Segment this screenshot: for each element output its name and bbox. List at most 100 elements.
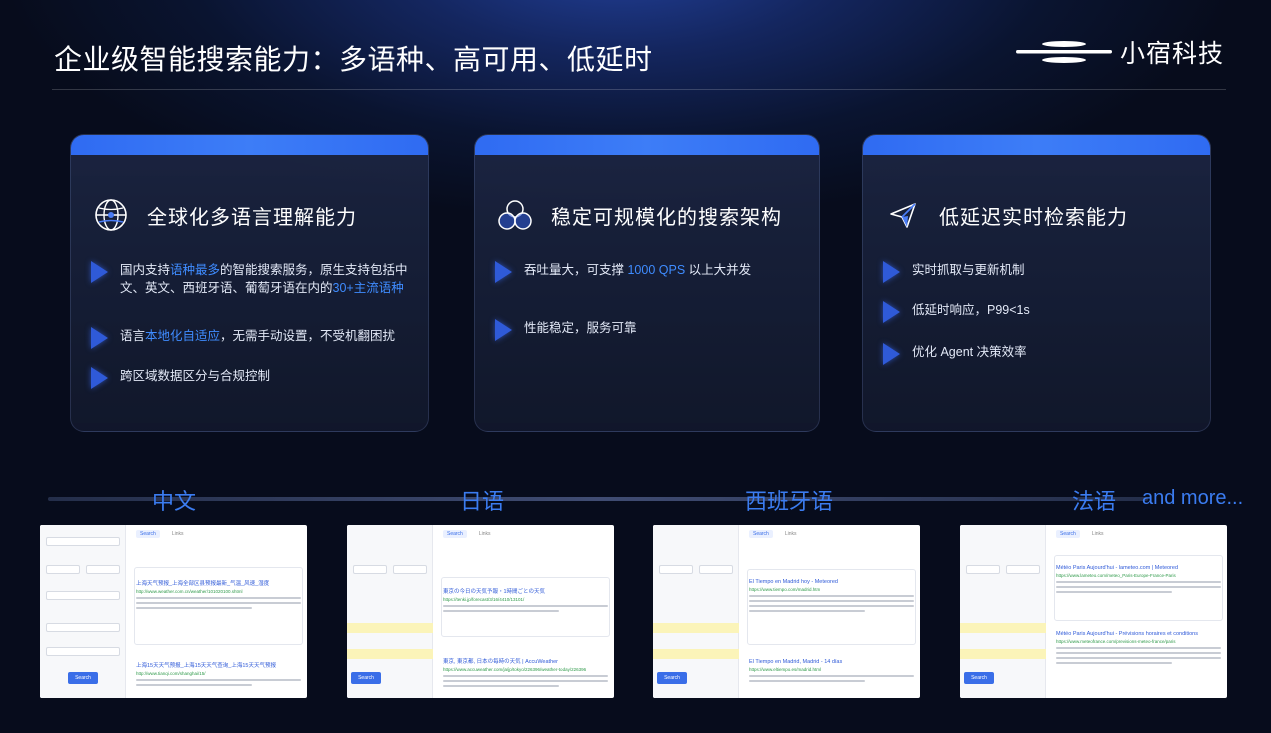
result-url: https://www.tiempo.com/madrid.htm <box>749 587 821 592</box>
search-results-panel: Search Links Météo Paris Aujourd'hui - l… <box>1050 525 1227 698</box>
language-label-japanese: 日语 <box>460 489 505 514</box>
tab-search[interactable]: Search <box>1056 530 1080 538</box>
tab-links[interactable]: Links <box>781 530 801 538</box>
result-title[interactable]: 上海天气预报_上海全部区县预报最新_气温_风速_湿度 <box>136 579 301 587</box>
card-accent-bar <box>71 135 428 155</box>
count-select[interactable] <box>46 565 80 574</box>
tab-links[interactable]: Links <box>168 530 188 538</box>
search-results-panel: Search Links El Tiempo en Madrid hoy - M… <box>743 525 920 698</box>
result-title[interactable]: El Tiempo en Madrid, Madrid - 14 días <box>749 659 914 665</box>
bullet-item: 吞吐量大，可支撑 1000 QPS 以上大并发 <box>495 261 819 283</box>
search-results-panel: Search Links 東京の今日の天気予報・1時間ごとの天気 https:/… <box>437 525 614 698</box>
feature-card-multilingual: 全球化多语言理解能力 国内支持语种最多的智能搜索服务，原生支持包括中文、英文、西… <box>70 134 429 432</box>
api-endpoint-input[interactable] <box>46 623 120 632</box>
tab-links[interactable]: Links <box>1088 530 1108 538</box>
search-settings-panel: Search <box>347 525 433 698</box>
feature-card-low-latency: 低延迟实时检索能力 实时抓取与更新机制 低延时响应，P99<1s 优化 Agen… <box>862 134 1211 432</box>
and-more-label: and more... <box>1142 487 1244 509</box>
highlight-row <box>347 649 433 659</box>
bullet-arrow-icon <box>883 261 900 283</box>
search-demo-screenshot-spanish: Search Search Links El Tiempo en Madrid … <box>653 525 920 698</box>
search-button[interactable]: Search <box>68 672 98 684</box>
count-select[interactable] <box>966 565 1000 574</box>
bullet-item: 跨区域数据区分与合规控制 <box>91 367 420 389</box>
search-result-item[interactable]: El Tiempo en Madrid, Madrid - 14 días ht… <box>749 659 914 682</box>
search-result-item[interactable]: 上海天气预报_上海全部区县预报最新_气温_风速_湿度 http://www.we… <box>136 579 301 609</box>
result-title[interactable]: 東京, 東京都, 日本の毎時の天気 | AccuWeather <box>443 657 608 665</box>
search-demo-screenshot-chinese: Search Search Links 上海天气预报_上海全部区县预报最新_气温… <box>40 525 307 698</box>
api-key-input[interactable] <box>46 647 120 656</box>
bullet-arrow-icon <box>883 343 900 365</box>
result-title[interactable]: Météo Paris Aujourd'hui - Prévisions hor… <box>1056 631 1221 637</box>
result-title[interactable]: 東京の今日の天気予報・1時間ごとの天気 <box>443 587 608 595</box>
bullet-arrow-icon <box>495 261 512 283</box>
tab-search[interactable]: Search <box>136 530 160 538</box>
highlight-row <box>653 649 739 659</box>
result-title[interactable]: El Tiempo en Madrid hoy - Meteored <box>749 579 914 585</box>
feature-card-architecture: 稳定可规模化的搜索架构 吞吐量大，可支撑 1000 QPS 以上大并发 性能稳定… <box>474 134 820 432</box>
tab-search[interactable]: Search <box>749 530 773 538</box>
bullet-arrow-icon <box>883 301 900 323</box>
freshness-select[interactable] <box>1006 565 1040 574</box>
architecture-circles-icon <box>497 197 533 233</box>
result-url: https://www.meteofrance.com/previsions-m… <box>1056 639 1176 644</box>
search-result-item[interactable]: 東京, 東京都, 日本の毎時の天気 | AccuWeather https://… <box>443 657 608 687</box>
search-result-item[interactable]: Météo Paris Aujourd'hui - lameteo.com | … <box>1056 565 1221 593</box>
tab-links[interactable]: Links <box>475 530 495 538</box>
count-select[interactable] <box>659 565 693 574</box>
company-logo: 小宿科技 <box>1016 34 1224 70</box>
bullet-arrow-icon <box>91 327 108 349</box>
search-results-panel: Search Links 上海天气预报_上海全部区县预报最新_气温_风速_湿度 … <box>130 525 307 698</box>
result-tabs: Search Links <box>443 530 495 538</box>
result-tabs: Search Links <box>136 530 188 538</box>
freshness-select[interactable] <box>393 565 427 574</box>
result-tabs: Search Links <box>749 530 801 538</box>
result-tabs: Search Links <box>1056 530 1108 538</box>
card-title: 低延迟实时检索能力 <box>939 206 1128 229</box>
logo-mark-icon <box>1016 41 1112 63</box>
header-divider <box>52 89 1226 90</box>
logo-text: 小宿科技 <box>1120 40 1225 68</box>
search-result-item[interactable]: 上海15天天气预报_上海15天天气查询_上海15天天气预报 http://www… <box>136 661 301 686</box>
result-url: http://www.weather.com.cn/weather/101020… <box>136 589 243 594</box>
bullet-item: 实时抓取与更新机制 <box>883 261 1210 283</box>
result-title[interactable]: 上海15天天气预报_上海15天天气查询_上海15天天气预报 <box>136 661 301 669</box>
language-label-french: 法语 <box>1072 489 1117 514</box>
count-select[interactable] <box>353 565 387 574</box>
language-timeline <box>48 497 1148 501</box>
tab-search[interactable]: Search <box>443 530 467 538</box>
search-result-item[interactable]: 東京の今日の天気予報・1時間ごとの天気 https://tenki.jp/for… <box>443 587 608 612</box>
globe-icon <box>93 197 129 233</box>
offset-input[interactable] <box>46 591 120 600</box>
bullet-item: 优化 Agent 决策效率 <box>883 343 1210 365</box>
card-title: 全球化多语言理解能力 <box>147 206 357 229</box>
card-title: 稳定可规模化的搜索架构 <box>551 206 782 229</box>
bullet-item: 性能稳定，服务可靠 <box>495 319 819 341</box>
card-accent-bar <box>863 135 1210 155</box>
highlight-row <box>653 623 739 633</box>
search-button[interactable]: Search <box>657 672 687 684</box>
highlight-row <box>347 623 433 633</box>
freshness-select[interactable] <box>86 565 120 574</box>
search-button[interactable]: Search <box>964 672 994 684</box>
search-demo-screenshot-french: Search Search Links Météo Paris Aujourd'… <box>960 525 1227 698</box>
paper-plane-icon <box>885 197 921 233</box>
result-url: http://www.tianqi.com/shanghai/15/ <box>136 671 206 676</box>
result-url: https://www.lameteo.com/meteo_Paris-Euro… <box>1056 573 1176 578</box>
result-title[interactable]: Météo Paris Aujourd'hui - lameteo.com | … <box>1056 565 1221 571</box>
result-url: https://www.accuweather.com/ja/jp/tokyo/… <box>443 667 587 672</box>
search-result-item[interactable]: El Tiempo en Madrid hoy - Meteored https… <box>749 579 914 612</box>
bullet-item: 语言本地化自适应，无需手动设置，不受机翻困扰 <box>91 327 420 349</box>
language-label-spanish: 西班牙语 <box>745 489 834 514</box>
bullet-item: 低延时响应，P99<1s <box>883 301 1210 323</box>
search-settings-panel: Search <box>653 525 739 698</box>
freshness-select[interactable] <box>699 565 733 574</box>
search-settings-panel: Search <box>960 525 1046 698</box>
highlight-row <box>960 649 1046 659</box>
search-settings-panel: Search <box>40 525 126 698</box>
query-input[interactable] <box>46 537 120 546</box>
search-result-item[interactable]: Météo Paris Aujourd'hui - Prévisions hor… <box>1056 631 1221 664</box>
result-url: https://tenki.jp/forecast/3/16/4410/1310… <box>443 597 525 602</box>
search-button[interactable]: Search <box>351 672 381 684</box>
search-demo-screenshot-japanese: Search Search Links 東京の今日の天気予報・1時間ごとの天気 … <box>347 525 614 698</box>
